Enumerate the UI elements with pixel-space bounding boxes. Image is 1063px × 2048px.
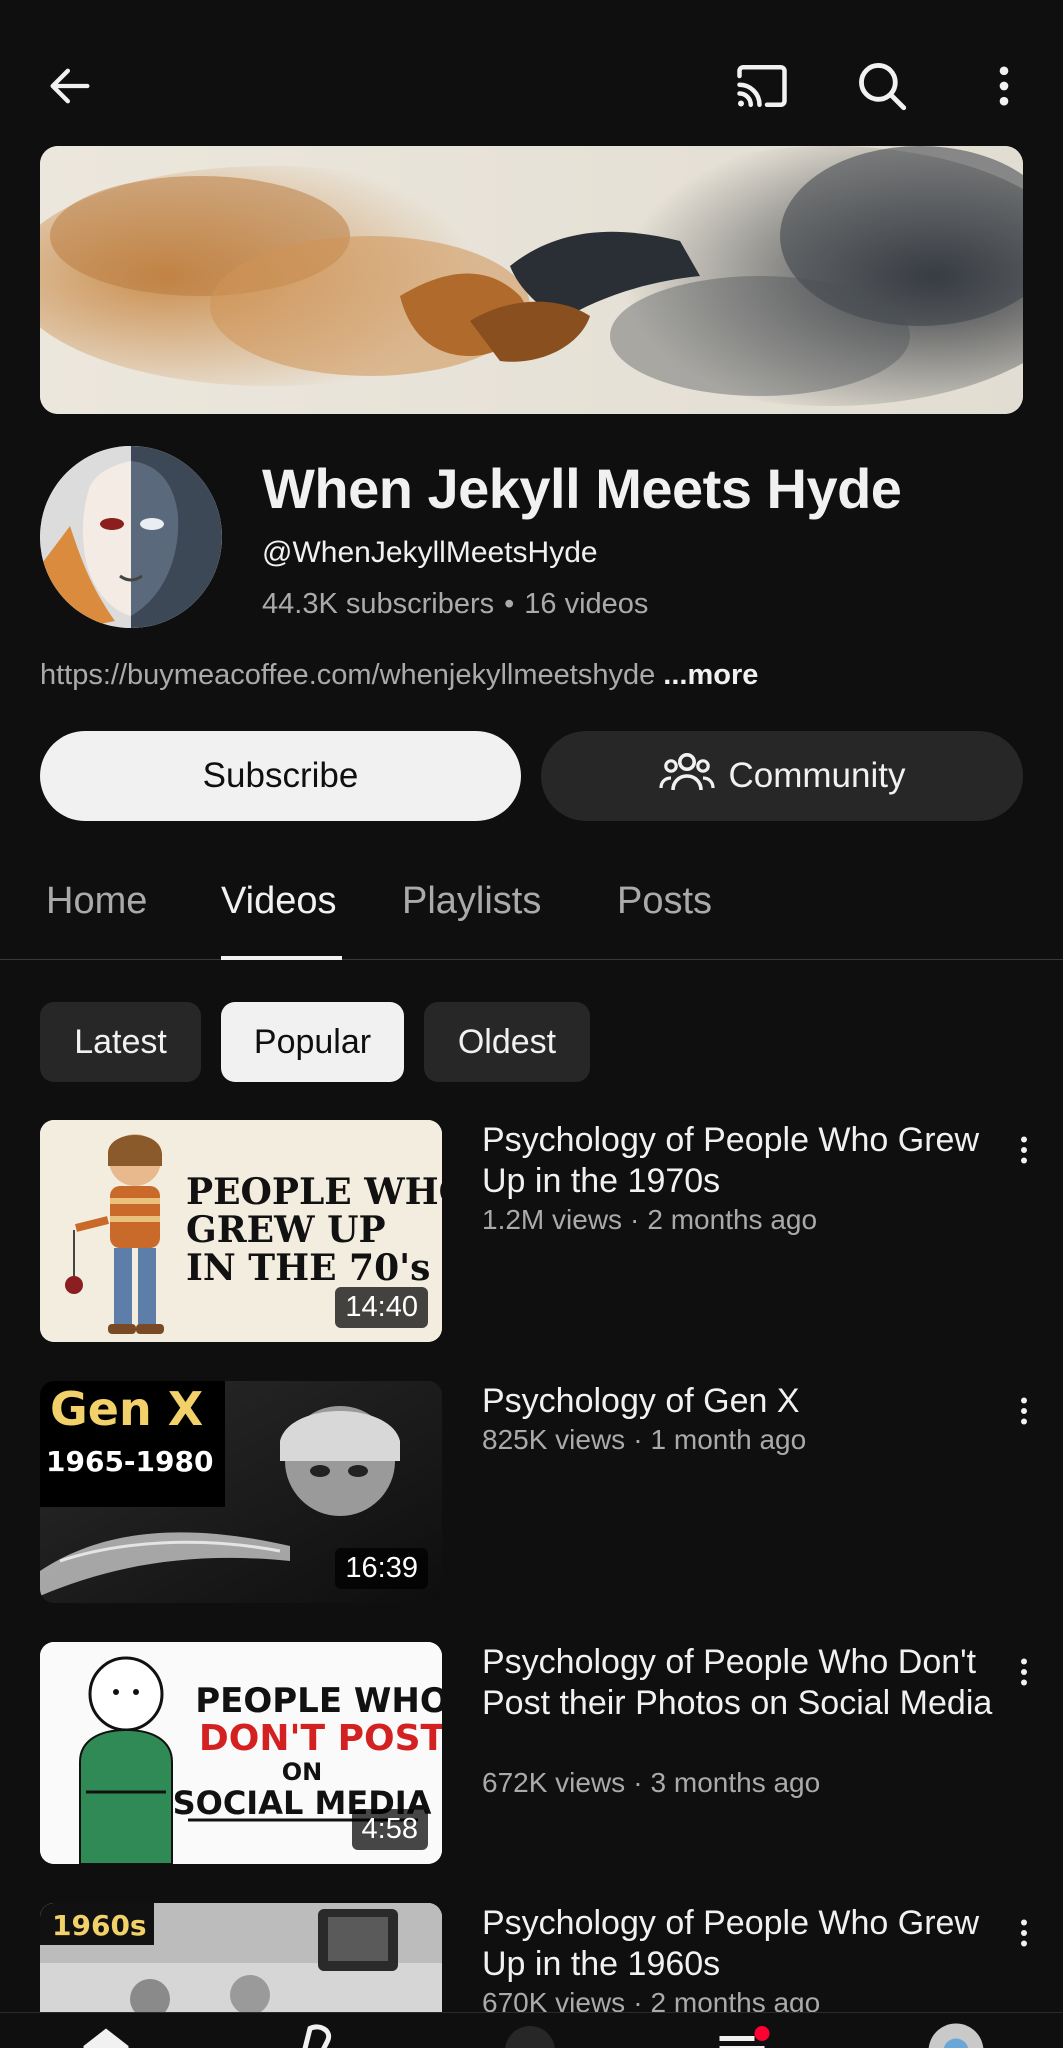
thumb-text: DON'T POST bbox=[199, 1718, 442, 1759]
video-title[interactable]: Psychology of People Who Grew Up in the … bbox=[482, 1120, 1002, 1202]
tab-posts[interactable]: Posts bbox=[617, 880, 712, 923]
shorts-icon[interactable] bbox=[290, 2021, 350, 2048]
search-icon[interactable] bbox=[848, 52, 916, 120]
more-vert-icon[interactable] bbox=[1004, 1650, 1044, 1694]
subscriber-count: 44.3K subscribers bbox=[262, 588, 495, 620]
channel-banner bbox=[40, 146, 1023, 414]
cast-icon[interactable] bbox=[728, 52, 796, 120]
thumb-text: 1965-1980 bbox=[46, 1445, 213, 1478]
avatar[interactable] bbox=[926, 2021, 986, 2048]
separator-dot: • bbox=[504, 588, 515, 620]
active-tab-indicator bbox=[221, 956, 342, 960]
channel-description[interactable]: https://buymeacoffee.com/whenjekyllmeets… bbox=[40, 659, 758, 692]
top-app-bar bbox=[0, 0, 1063, 146]
separator-dot: · bbox=[633, 1767, 643, 1798]
video-age: 2 months ago bbox=[650, 1987, 821, 2012]
create-icon[interactable] bbox=[500, 2021, 560, 2048]
subscribe-button[interactable]: Subscribe bbox=[40, 731, 521, 821]
chip-latest[interactable]: Latest bbox=[40, 1002, 201, 1082]
channel-stats: 44.3K subscribers • 16 videos bbox=[262, 588, 648, 621]
video-item[interactable]: 1960s Psychology of People Who Grew Up i… bbox=[0, 1903, 1063, 2012]
video-duration: 14:40 bbox=[335, 1287, 428, 1328]
thumb-text: ON bbox=[282, 1758, 323, 1786]
video-thumbnail[interactable]: PEOPLE WHO DON'T POST ON SOCIAL MEDIA 4:… bbox=[40, 1642, 442, 1864]
chip-oldest[interactable]: Oldest bbox=[424, 1002, 590, 1082]
video-count: 16 videos bbox=[524, 588, 649, 620]
more-vert-icon[interactable] bbox=[1004, 1911, 1044, 1955]
separator-dot: · bbox=[633, 1987, 643, 2012]
video-age: 1 month ago bbox=[650, 1424, 807, 1455]
thumb-text: 1960s bbox=[52, 1909, 147, 1942]
video-views: 1.2M views bbox=[482, 1204, 623, 1235]
more-vert-icon[interactable] bbox=[970, 52, 1038, 120]
community-button[interactable]: Community bbox=[541, 731, 1023, 821]
tab-home[interactable]: Home bbox=[46, 880, 147, 923]
people-icon bbox=[658, 748, 715, 805]
subscriptions-icon[interactable] bbox=[712, 2021, 772, 2048]
video-views: 825K views bbox=[482, 1424, 626, 1455]
video-item[interactable]: Gen X 1965-1980 16:39 Psychology of Gen … bbox=[0, 1381, 1063, 1611]
thumb-text: PEOPLE WHO bbox=[195, 1681, 442, 1721]
video-age: 2 months ago bbox=[647, 1204, 818, 1235]
tab-videos[interactable]: Videos bbox=[221, 880, 337, 923]
video-meta: 670K views · 2 months ago bbox=[482, 1987, 820, 2012]
video-item[interactable]: PEOPLE WHO GREW UP IN THE 70's 14:40 Psy… bbox=[0, 1120, 1063, 1350]
thumb-text: GREW UP bbox=[186, 1209, 386, 1251]
video-duration: 16:39 bbox=[335, 1548, 428, 1589]
video-thumbnail[interactable]: Gen X 1965-1980 16:39 bbox=[40, 1381, 442, 1603]
channel-handle: @WhenJekyllMeetsHyde bbox=[262, 536, 598, 569]
video-thumbnail[interactable]: 1960s bbox=[40, 1903, 442, 2012]
community-label: Community bbox=[728, 756, 906, 795]
channel-tabs: Home Videos Playlists Posts bbox=[0, 862, 1063, 960]
more-link[interactable]: ...more bbox=[663, 659, 758, 691]
video-views: 672K views bbox=[482, 1767, 626, 1798]
bottom-navigation bbox=[0, 2012, 1063, 2048]
separator-dot: · bbox=[630, 1204, 640, 1235]
back-arrow-icon[interactable] bbox=[36, 52, 104, 120]
tab-playlists[interactable]: Playlists bbox=[402, 880, 541, 923]
video-meta: 825K views · 1 month ago bbox=[482, 1424, 806, 1456]
subscribe-label: Subscribe bbox=[202, 756, 359, 795]
video-title[interactable]: Psychology of People Who Grew Up in the … bbox=[482, 1903, 1002, 1985]
thumb-text: Gen X bbox=[50, 1382, 203, 1436]
video-views: 670K views bbox=[482, 1987, 626, 2012]
video-item[interactable]: PEOPLE WHO DON'T POST ON SOCIAL MEDIA 4:… bbox=[0, 1642, 1063, 1872]
video-age: 3 months ago bbox=[650, 1767, 821, 1798]
video-title[interactable]: Psychology of People Who Don't Post thei… bbox=[482, 1642, 1002, 1724]
thumb-text: IN THE 70's bbox=[186, 1247, 430, 1289]
channel-avatar[interactable] bbox=[40, 446, 222, 628]
video-meta: 1.2M views · 2 months ago bbox=[482, 1204, 817, 1236]
video-title[interactable]: Psychology of Gen X bbox=[482, 1381, 1002, 1422]
separator-dot: · bbox=[633, 1424, 643, 1455]
chip-popular[interactable]: Popular bbox=[221, 1002, 404, 1082]
home-icon[interactable] bbox=[76, 2021, 136, 2048]
video-meta: 672K views · 3 months ago bbox=[482, 1767, 820, 1799]
video-duration: 4:58 bbox=[351, 1809, 428, 1850]
thumb-text: PEOPLE WHO bbox=[186, 1171, 442, 1213]
video-thumbnail[interactable]: PEOPLE WHO GREW UP IN THE 70's 14:40 bbox=[40, 1120, 442, 1342]
more-vert-icon[interactable] bbox=[1004, 1389, 1044, 1433]
more-vert-icon[interactable] bbox=[1004, 1128, 1044, 1172]
channel-name: When Jekyll Meets Hyde bbox=[262, 457, 902, 520]
channel-link[interactable]: https://buymeacoffee.com/whenjekyllmeets… bbox=[40, 659, 655, 691]
